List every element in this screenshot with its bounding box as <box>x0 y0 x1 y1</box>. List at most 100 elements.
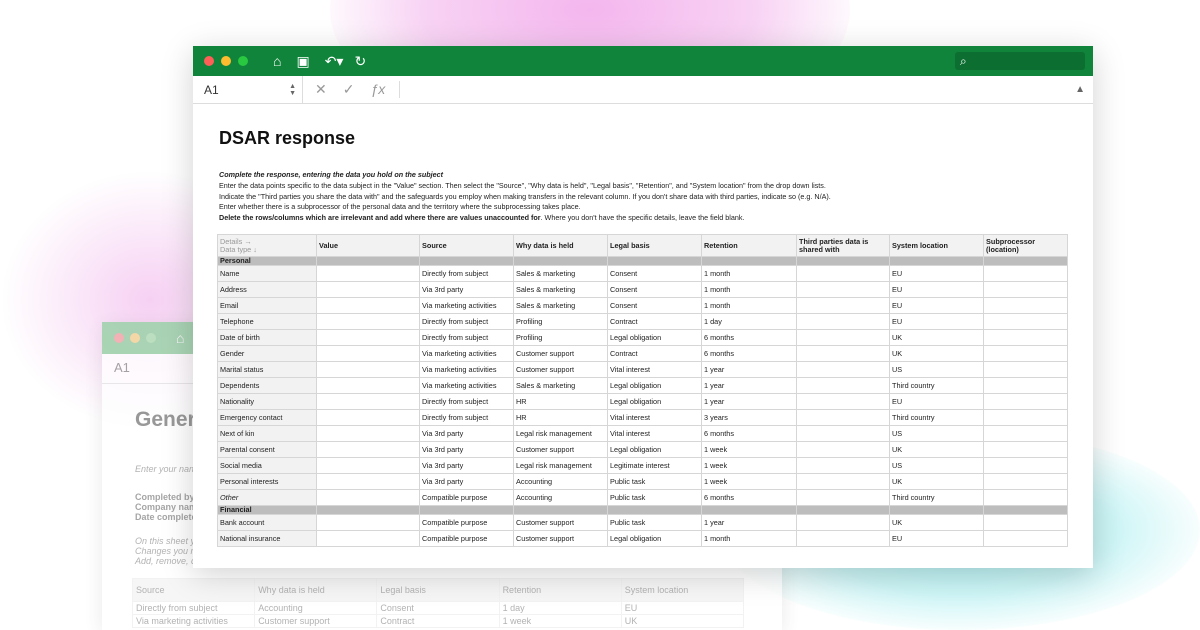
cell[interactable]: Sales & marketing <box>513 297 608 314</box>
cell[interactable]: EU <box>889 297 984 314</box>
cell[interactable]: Contract <box>376 614 500 628</box>
cell[interactable]: EU <box>889 393 984 410</box>
minimize-button[interactable] <box>221 56 231 66</box>
cell[interactable]: UK <box>889 473 984 490</box>
cell[interactable]: 1 year <box>701 361 797 378</box>
cell[interactable]: Legitimate interest <box>607 457 702 474</box>
cell[interactable] <box>796 457 890 474</box>
cell[interactable]: Customer support <box>513 530 608 547</box>
cell[interactable]: UK <box>889 345 984 362</box>
cell[interactable] <box>796 441 890 458</box>
cell[interactable] <box>796 393 890 410</box>
cell[interactable] <box>983 409 1068 426</box>
cell[interactable]: 6 months <box>701 425 797 442</box>
cell[interactable] <box>316 377 420 394</box>
data-type-cell[interactable]: Nationality <box>217 393 317 410</box>
search-input[interactable]: ⌕ <box>955 52 1085 70</box>
check-icon[interactable]: ✓ <box>343 81 355 98</box>
cell[interactable]: Accounting <box>254 601 378 615</box>
cell[interactable]: 1 month <box>701 265 797 282</box>
cell[interactable] <box>796 265 890 282</box>
cell[interactable]: Consent <box>607 281 702 298</box>
cell[interactable]: 1 month <box>701 281 797 298</box>
home-icon[interactable]: ⌂ <box>273 53 281 69</box>
cell[interactable] <box>983 457 1068 474</box>
cell[interactable]: Directly from subject <box>419 313 514 330</box>
cell[interactable]: Profiling <box>513 329 608 346</box>
cell[interactable] <box>316 313 420 330</box>
cell[interactable] <box>796 345 890 362</box>
maximize-button[interactable] <box>146 333 156 343</box>
cell[interactable] <box>983 514 1068 531</box>
cell[interactable]: 6 months <box>701 345 797 362</box>
cell[interactable] <box>796 489 890 506</box>
cell[interactable]: 1 week <box>701 473 797 490</box>
cell[interactable]: Legal risk management <box>513 457 608 474</box>
cell[interactable]: 1 month <box>701 530 797 547</box>
cell[interactable]: Third country <box>889 409 984 426</box>
cancel-icon[interactable]: ✕ <box>315 81 327 98</box>
cell[interactable] <box>983 473 1068 490</box>
cell[interactable] <box>983 489 1068 506</box>
close-button[interactable] <box>204 56 214 66</box>
cell[interactable] <box>983 313 1068 330</box>
cell[interactable]: EU <box>889 265 984 282</box>
cell[interactable]: Legal obligation <box>607 530 702 547</box>
cell[interactable]: Consent <box>376 601 500 615</box>
cell[interactable]: Via marketing activities <box>419 377 514 394</box>
cell[interactable]: 3 years <box>701 409 797 426</box>
cell[interactable]: Profiling <box>513 313 608 330</box>
cell[interactable]: Via 3rd party <box>419 425 514 442</box>
cell[interactable] <box>316 265 420 282</box>
cell[interactable] <box>316 425 420 442</box>
cell[interactable] <box>796 329 890 346</box>
cell[interactable]: Consent <box>607 265 702 282</box>
data-type-cell[interactable]: Name <box>217 265 317 282</box>
data-type-cell[interactable]: Parental consent <box>217 441 317 458</box>
cell[interactable] <box>316 530 420 547</box>
cell[interactable]: Legal obligation <box>607 377 702 394</box>
cell[interactable] <box>316 514 420 531</box>
cell[interactable]: EU <box>889 281 984 298</box>
cell[interactable] <box>983 361 1068 378</box>
cell[interactable]: 6 months <box>701 329 797 346</box>
home-icon[interactable]: ⌂ <box>176 330 184 346</box>
function-icon[interactable]: ƒx <box>370 81 385 98</box>
cell[interactable] <box>316 393 420 410</box>
cell[interactable]: Via marketing activities <box>419 361 514 378</box>
cell[interactable] <box>796 530 890 547</box>
cell[interactable]: Via marketing activities <box>419 297 514 314</box>
cell[interactable]: Legal obligation <box>607 441 702 458</box>
cell[interactable]: Vital interest <box>607 425 702 442</box>
cell[interactable]: Accounting <box>513 489 608 506</box>
cell[interactable] <box>796 377 890 394</box>
cell[interactable]: Via 3rd party <box>419 281 514 298</box>
cell[interactable]: Directly from subject <box>419 329 514 346</box>
cell[interactable] <box>983 297 1068 314</box>
cell[interactable]: EU <box>620 601 745 615</box>
cell[interactable]: Legal risk management <box>513 425 608 442</box>
cell[interactable]: EU <box>889 530 984 547</box>
cell[interactable] <box>316 473 420 490</box>
cell[interactable]: Vital interest <box>607 361 702 378</box>
cell[interactable]: 1 day <box>701 313 797 330</box>
refresh-icon[interactable]: ↻ <box>354 53 366 70</box>
cell[interactable]: HR <box>513 393 608 410</box>
close-button[interactable] <box>114 333 124 343</box>
cell[interactable]: Via 3rd party <box>419 441 514 458</box>
cell[interactable] <box>983 441 1068 458</box>
cell[interactable] <box>316 329 420 346</box>
cell[interactable] <box>983 425 1068 442</box>
cell[interactable]: Directly from subject <box>131 601 256 615</box>
data-type-cell[interactable]: Emergency contact <box>217 409 317 426</box>
cell[interactable]: Compatible purpose <box>419 530 514 547</box>
cell[interactable]: Public task <box>607 514 702 531</box>
maximize-button[interactable] <box>238 56 248 66</box>
cell-reference-box[interactable]: A1 ▲ ▼ <box>193 76 303 103</box>
minimize-button[interactable] <box>130 333 140 343</box>
data-type-cell[interactable]: Address <box>217 281 317 298</box>
cell[interactable] <box>316 361 420 378</box>
cell[interactable] <box>796 473 890 490</box>
cell[interactable] <box>983 345 1068 362</box>
data-type-cell[interactable]: Next of kin <box>217 425 317 442</box>
